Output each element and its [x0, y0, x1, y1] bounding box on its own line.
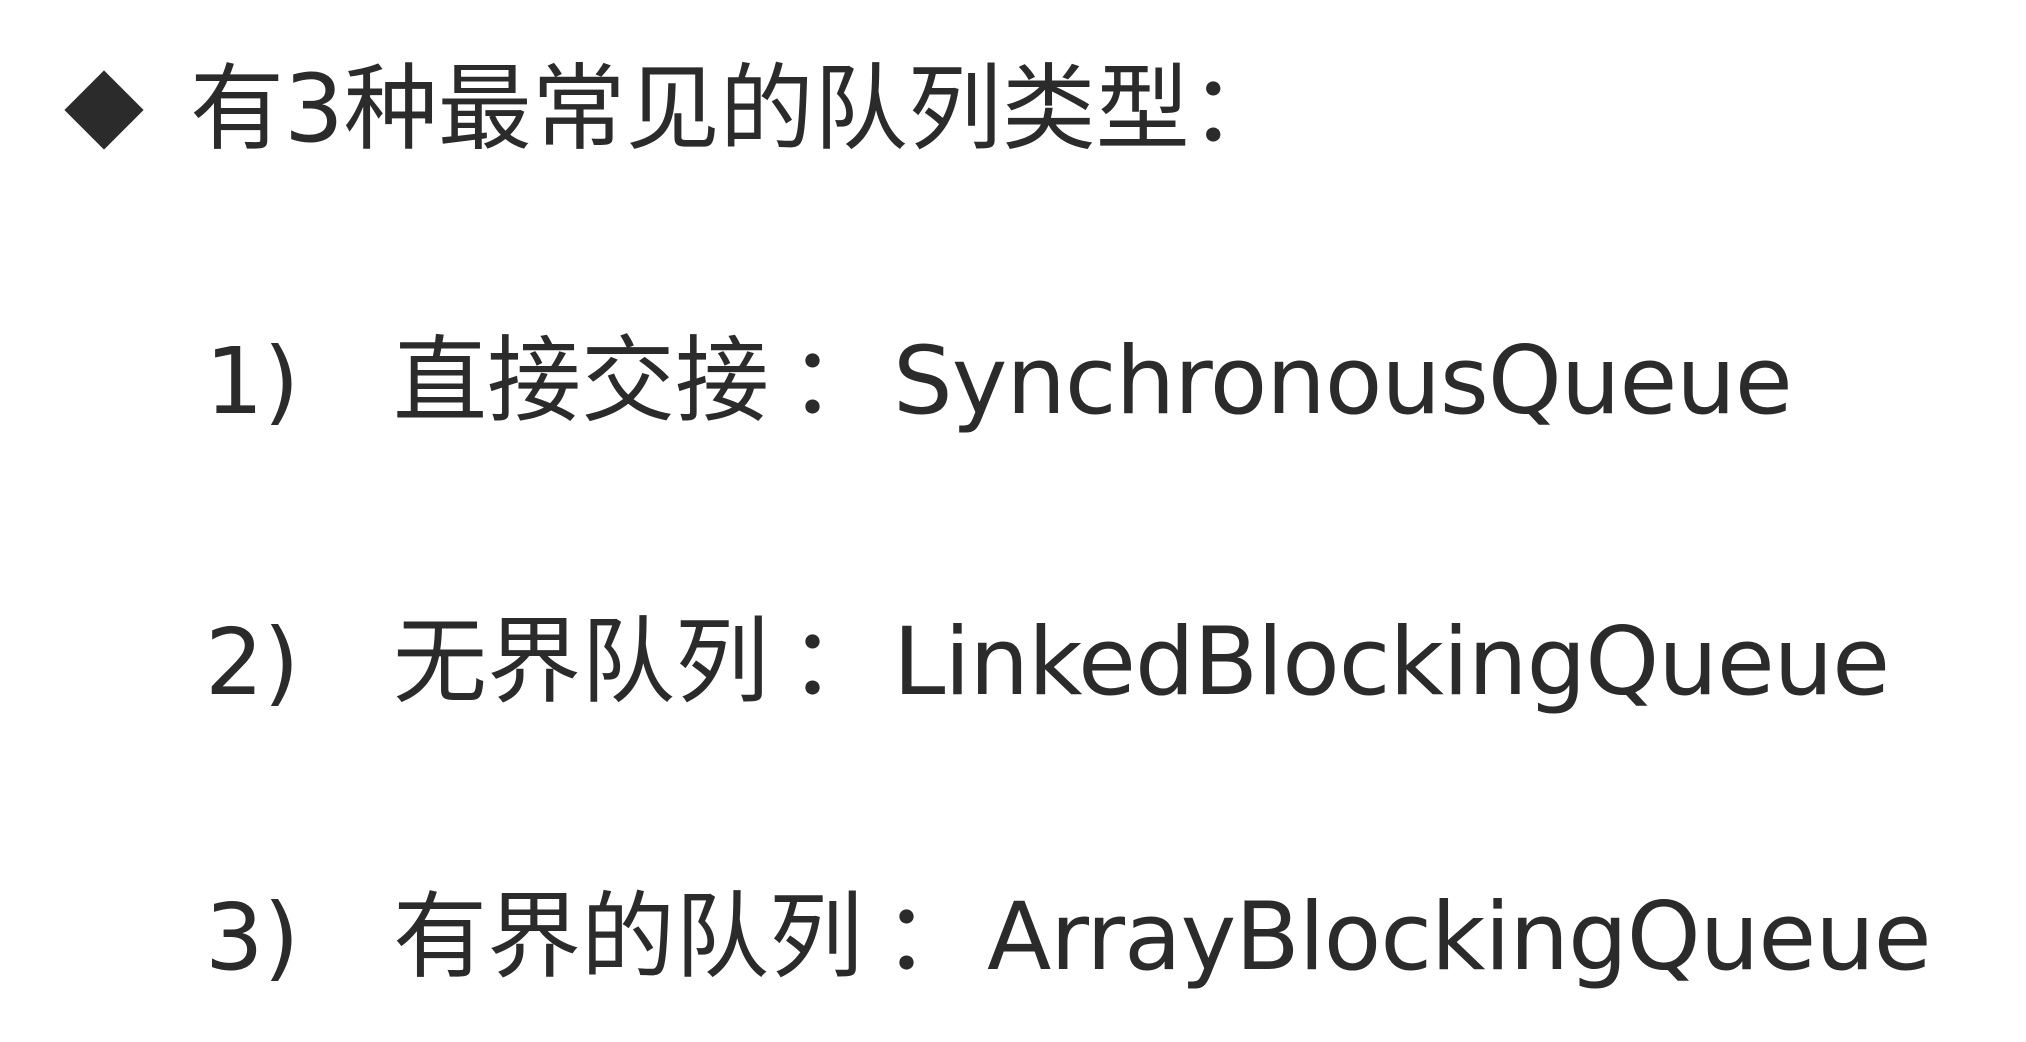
item-label: 有界的队列: [393, 883, 864, 992]
heading-text: 有3种最常见的队列类型：: [190, 55, 1284, 164]
list-item: 2) 无界队列 ： LinkedBlockingQueue: [205, 598, 1890, 728]
item-label: 直接交接: [393, 327, 770, 436]
item-number: 1): [205, 328, 300, 435]
item-number: 2): [205, 609, 300, 716]
item-separator: ：: [789, 327, 884, 436]
slide-heading: 有3种最常见的队列类型：: [62, 45, 1284, 175]
item-class-name: LinkedBlockingQueue: [893, 608, 1890, 717]
item-label: 无界队列: [393, 608, 770, 717]
item-number: 3): [205, 884, 300, 991]
item-separator: ：: [883, 883, 978, 992]
list-item: 1) 直接交接 ： SynchronousQueue: [205, 317, 1793, 447]
item-class-name: SynchronousQueue: [893, 327, 1793, 436]
item-class-name: ArrayBlockingQueue: [987, 883, 1932, 992]
diamond-bullet-icon: [64, 70, 144, 150]
item-separator: ：: [789, 608, 884, 717]
list-item: 3) 有界的队列 ： ArrayBlockingQueue: [205, 873, 1932, 1003]
